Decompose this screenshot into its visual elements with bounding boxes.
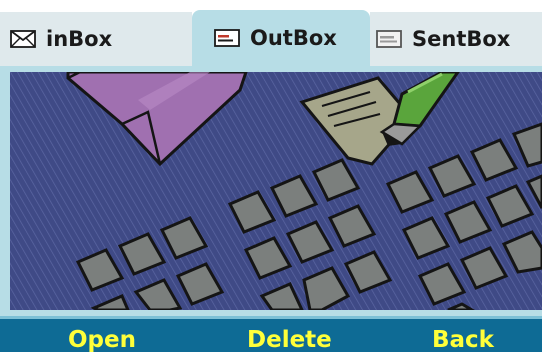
envelope-icon <box>10 30 36 48</box>
softkey-bar: Open Delete Back <box>0 316 542 352</box>
outbox-card-icon <box>214 29 240 47</box>
illustration-canvas <box>10 72 542 310</box>
back-softkey[interactable]: Back <box>432 325 494 352</box>
tab-sentbox[interactable]: SentBox <box>370 12 542 66</box>
tab-inbox-label: inBox <box>46 27 113 51</box>
tab-inbox[interactable]: inBox <box>0 12 192 66</box>
phone-screen: inBox OutBox SentBox Open Delete Back <box>0 0 542 352</box>
content-frame <box>0 66 542 316</box>
tab-sentbox-label: SentBox <box>412 27 511 51</box>
tab-outbox-label: OutBox <box>250 26 337 50</box>
open-softkey[interactable]: Open <box>68 325 136 352</box>
delete-softkey[interactable]: Delete <box>247 325 332 352</box>
mailbox-tab-bar: inBox OutBox SentBox <box>0 0 542 66</box>
mailbox-illustration <box>10 72 542 310</box>
sentbox-card-icon <box>376 30 402 48</box>
tab-outbox[interactable]: OutBox <box>192 10 370 66</box>
